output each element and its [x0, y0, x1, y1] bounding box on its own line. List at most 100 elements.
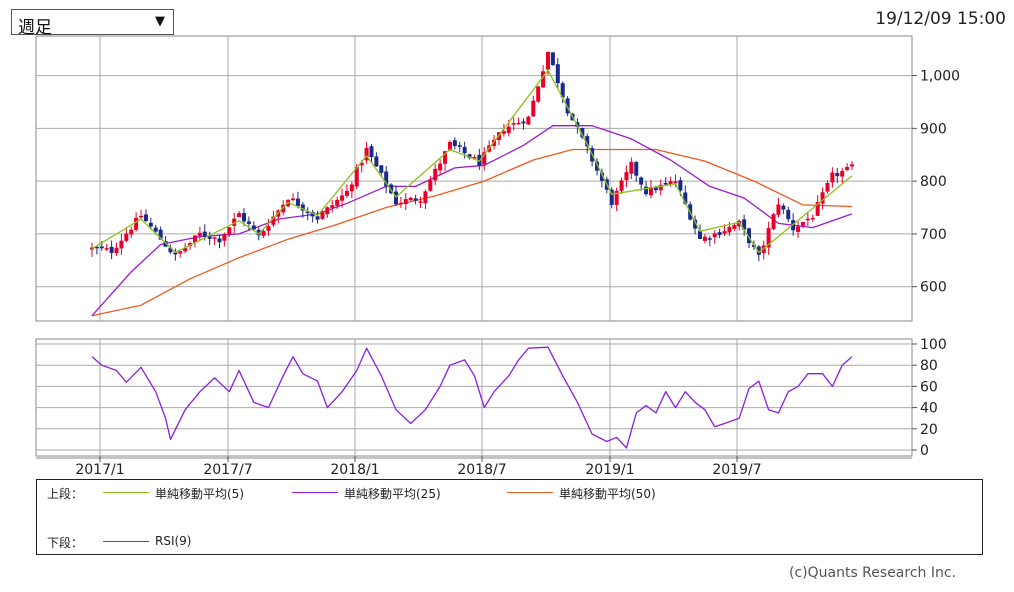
candle-body [732, 225, 737, 229]
legend: 上段： 単純移動平均(5) 単純移動平均(25) 単純移動平均(50) 下段： … [36, 479, 983, 555]
candle-body [786, 209, 791, 220]
candle-body [639, 177, 644, 185]
candle-body [550, 52, 555, 66]
candle-body [423, 191, 428, 204]
candle-body [369, 146, 374, 158]
candle-body [624, 172, 629, 181]
candle-body [796, 226, 801, 232]
candle-body [845, 166, 850, 170]
price-ytick-label-1: 700 [920, 227, 947, 243]
candle-body [139, 215, 144, 218]
candle-body [237, 213, 242, 218]
x-axis: 2017/1 2017/7 2018/1 2018/7 2019/1 2019/7 [36, 456, 912, 478]
candle-body [800, 222, 805, 226]
rsi-panel: 0 20 40 60 80 100 [35, 337, 947, 459]
candle-body [99, 246, 104, 249]
candle-body [212, 237, 217, 239]
candle-body [197, 232, 202, 236]
candle-body [702, 236, 707, 241]
candle-body [374, 156, 379, 167]
candle-body [546, 51, 550, 70]
candle-body [134, 217, 139, 230]
candle-body [776, 204, 781, 215]
candle-body [320, 212, 325, 219]
candle [550, 52, 555, 67]
candle-body [295, 198, 300, 207]
candle-body [462, 146, 467, 154]
candle-body [408, 197, 413, 201]
rsi-ytick-label-1: 20 [920, 422, 938, 438]
rsi-ytick-label-4: 80 [920, 358, 938, 374]
legend-lower-label: 下段： [47, 536, 84, 550]
legend-item-rsi: RSI(9) [155, 534, 192, 548]
candle-body [433, 168, 438, 181]
candle-body [242, 213, 246, 222]
candle [771, 212, 776, 231]
candle-body [830, 172, 835, 183]
legend-item-sma5: 単純移動平均(5) [155, 487, 244, 501]
candle-body [202, 231, 207, 237]
price-ytick-label-3: 900 [920, 121, 947, 137]
candle-body [634, 162, 639, 176]
candle-body [771, 214, 776, 230]
candle-body [379, 165, 384, 173]
candle-body [531, 100, 536, 117]
legend-item-sma25: 単純移動平均(25) [344, 487, 441, 501]
candle-body [447, 142, 452, 150]
candle-body [506, 126, 511, 134]
candle-body [810, 217, 815, 220]
candle-body [129, 229, 134, 235]
candle-body [148, 222, 153, 227]
candle [536, 85, 541, 103]
candle-body [227, 227, 232, 235]
candle-body [619, 180, 624, 191]
candle-body [291, 198, 296, 200]
candle-body [457, 145, 462, 147]
candle-body [114, 247, 119, 254]
candle-body [246, 221, 251, 224]
candle-body [722, 231, 727, 234]
candle-body [261, 231, 266, 236]
candle-body [153, 227, 158, 232]
x-tick-label-5: 2019/7 [712, 462, 761, 478]
rsi-ytick-label-2: 40 [920, 401, 938, 417]
legend-item-sma50: 単純移動平均(50) [559, 487, 656, 501]
candle-body [717, 232, 722, 235]
legend-line-sma5 [103, 492, 149, 493]
candle-body [222, 234, 227, 241]
candle-body [104, 248, 109, 250]
candle-body [452, 140, 457, 147]
candle-body [349, 184, 354, 192]
candle-body [109, 246, 114, 253]
candle-body [217, 238, 222, 243]
rsi-ytick-label-0: 0 [920, 443, 929, 459]
candle-body [344, 190, 349, 196]
rsi-ytick-label-5: 100 [920, 337, 947, 353]
x-tick-label-2: 2018/1 [330, 462, 379, 478]
candle-body [536, 86, 541, 102]
candle-body [712, 233, 717, 238]
candle-body [330, 205, 335, 208]
candle-body [707, 238, 712, 240]
candle-body [840, 170, 845, 177]
candle-body [511, 123, 516, 125]
price-panel-frame [35, 35, 913, 322]
price-ytick-label-2: 800 [920, 174, 947, 190]
candle-body [727, 226, 732, 233]
candle-body [340, 195, 345, 201]
candle-body [398, 202, 403, 205]
candle-body [394, 191, 398, 205]
candle-body [835, 173, 840, 177]
candle-body [629, 161, 634, 174]
candle-body [207, 236, 212, 239]
price-ytick-label-0: 600 [920, 280, 947, 296]
candle-body [850, 164, 854, 167]
rsi-panel-frame [35, 338, 913, 457]
legend-line-sma25 [292, 492, 338, 493]
candle-body [516, 122, 521, 125]
x-tick-label-3: 2018/7 [457, 462, 506, 478]
x-tick-label-1: 2017/7 [203, 462, 252, 478]
candle-body [673, 181, 678, 184]
candle-body [663, 182, 668, 185]
legend-line-rsi [103, 541, 149, 542]
